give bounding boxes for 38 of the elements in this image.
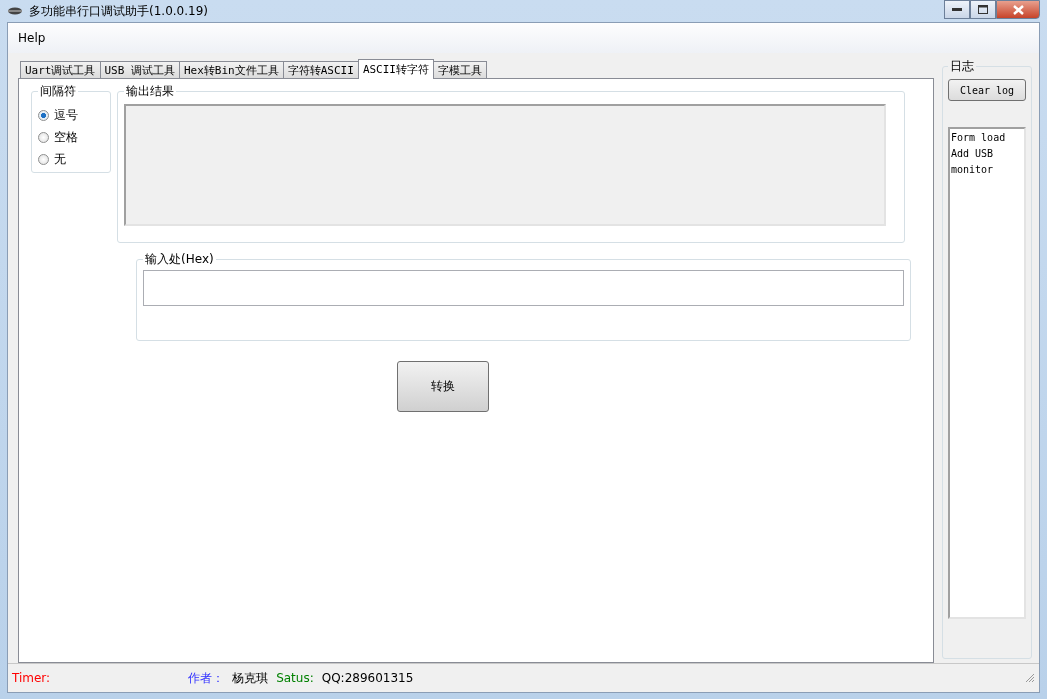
minimize-button[interactable] (944, 0, 970, 19)
close-icon (1012, 4, 1024, 15)
tab[interactable]: 字模工具 (433, 61, 487, 78)
close-button[interactable] (996, 0, 1040, 19)
group-title: 日志 (949, 58, 975, 75)
group-title: 输入处(Hex) (144, 251, 215, 268)
radio-option[interactable]: 空格 (38, 126, 104, 148)
log-line: Add USB (951, 147, 995, 161)
radio-button[interactable] (38, 109, 49, 121)
radio-button[interactable] (38, 131, 49, 143)
minimize-icon (952, 7, 962, 12)
input-field[interactable] (143, 270, 904, 306)
app-icon (7, 6, 23, 16)
resize-grip-icon[interactable] (1025, 673, 1035, 683)
status-text: Timer: (12, 671, 51, 685)
tab[interactable]: ASCII转字符 (357, 59, 434, 79)
tab[interactable]: Hex转Bin文件工具 (179, 61, 284, 78)
tab[interactable]: Uart调试工具 (20, 61, 101, 78)
maximize-icon (978, 5, 988, 14)
radio-option[interactable]: 无 (38, 148, 104, 170)
radio-option[interactable]: 逗号 (38, 104, 104, 126)
status-text: Satus: (276, 671, 314, 685)
clear-log-button[interactable]: Clear log (948, 79, 1026, 101)
status-text: QQ:289601315 (321, 671, 414, 685)
log-line: monitor (951, 163, 995, 177)
log-line: Form load (951, 131, 1007, 145)
tab[interactable]: USB 调试工具 (99, 61, 180, 78)
group-title: 输出结果 (125, 83, 175, 100)
convert-button[interactable]: 转换 (397, 361, 489, 412)
status-text: 作者： (188, 669, 225, 687)
maximize-button[interactable] (970, 0, 996, 19)
window-title: 多功能串行口调试助手(1.0.0.19) (29, 2, 208, 20)
output-field[interactable] (124, 104, 886, 226)
radio-button[interactable] (38, 153, 49, 165)
tab[interactable]: 字符转ASCII (282, 61, 359, 78)
status-text: 杨克琪 (232, 669, 269, 687)
menu-item[interactable]: Help (12, 29, 52, 47)
group-title: 间隔符 (39, 83, 77, 100)
